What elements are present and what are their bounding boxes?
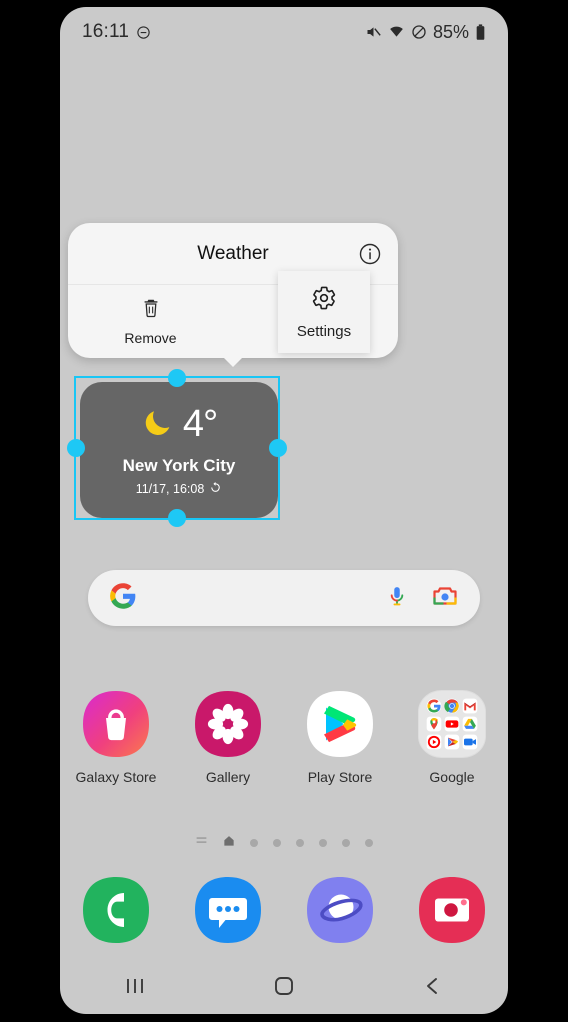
widget-settings-button[interactable]: Settings [278, 271, 370, 353]
status-bar: 16:11 85% [60, 7, 508, 57]
weather-current: 4° [141, 403, 218, 446]
weather-updated-time: 11/17, 16:08 [135, 482, 205, 496]
resize-handle-right[interactable] [269, 439, 287, 457]
google-tv-icon [444, 734, 460, 750]
refresh-icon[interactable] [209, 481, 222, 497]
dock-app-internet[interactable] [284, 876, 396, 944]
app-grid: Galaxy Store Gallery Play Store Google [60, 690, 508, 785]
play-store-icon [306, 690, 374, 758]
camera-icon [418, 876, 486, 944]
page-dot[interactable] [319, 839, 327, 847]
remove-widget-button[interactable]: Remove [68, 285, 233, 358]
galaxy-store-icon [82, 690, 150, 758]
app-play-store[interactable]: Play Store [284, 690, 396, 785]
app-label: Play Store [307, 769, 373, 785]
resize-handle-bottom[interactable] [168, 509, 186, 527]
google-folder-icon [418, 690, 486, 758]
resize-handle-left[interactable] [67, 439, 85, 457]
google-search-bar[interactable] [88, 570, 480, 626]
phone-screen: 16:11 85% Weather Remove Settings 4° New… [60, 7, 508, 1014]
weather-city: New York City [122, 456, 236, 475]
widget-options-popup: Weather Remove Settings [68, 223, 398, 367]
popup-tail-arrow [223, 357, 243, 367]
list-icon[interactable] [195, 834, 208, 852]
recents-button[interactable] [60, 975, 209, 997]
app-galaxy-store[interactable]: Galaxy Store [60, 690, 172, 785]
dock-app-messages[interactable] [172, 876, 284, 944]
google-lens-icon[interactable] [432, 584, 458, 613]
page-dot[interactable] [250, 839, 258, 847]
chrome-icon [444, 698, 460, 714]
navigation-bar [60, 958, 508, 1014]
app-gallery[interactable]: Gallery [172, 690, 284, 785]
youtube-music-icon [426, 734, 442, 750]
do-not-disturb-icon [136, 25, 151, 40]
status-bar-right: 85% [365, 22, 486, 43]
battery-percent: 85% [432, 21, 469, 42]
status-bar-left: 16:11 [82, 21, 151, 43]
weather-updated-row: 11/17, 16:08 [136, 481, 223, 497]
weather-temperature: 4° [182, 403, 218, 445]
back-button[interactable] [359, 974, 508, 998]
dock [60, 876, 508, 944]
page-dot[interactable] [296, 839, 304, 847]
weather-widget-selection[interactable]: 4° New York City 11/17, 16:08 [67, 369, 287, 527]
settings-label: Settings [296, 322, 352, 340]
page-indicator [60, 834, 508, 852]
block-icon [411, 24, 427, 40]
microphone-icon[interactable] [386, 585, 408, 612]
internet-icon [306, 876, 374, 944]
google-search-icon [426, 698, 442, 714]
google-g-icon [110, 582, 136, 614]
resize-handle-top[interactable] [168, 369, 186, 387]
app-label: Galaxy Store [75, 769, 157, 785]
drive-icon [462, 716, 478, 732]
app-label: Gallery [205, 769, 251, 785]
info-icon[interactable] [358, 242, 382, 266]
search-actions [386, 584, 458, 613]
weather-widget[interactable]: 4° New York City 11/17, 16:08 [80, 382, 278, 518]
wifi-icon [388, 24, 405, 40]
gallery-icon [194, 690, 262, 758]
page-dot[interactable] [273, 839, 281, 847]
messages-icon [194, 876, 262, 944]
app-label: Google [429, 769, 475, 785]
moon-icon [141, 405, 175, 444]
search-input[interactable] [136, 570, 386, 626]
dock-app-phone[interactable] [60, 876, 172, 944]
home-icon[interactable] [223, 834, 235, 852]
gmail-icon [462, 698, 478, 714]
trash-icon [140, 297, 162, 324]
app-folder-google[interactable]: Google [396, 690, 508, 785]
maps-icon [426, 716, 442, 732]
page-dot[interactable] [365, 839, 373, 847]
meet-icon [462, 734, 478, 750]
status-clock: 16:11 [82, 21, 130, 42]
popup-title: Weather [197, 242, 269, 264]
remove-label: Remove [124, 330, 177, 346]
battery-icon [475, 23, 486, 41]
gear-icon [311, 285, 337, 316]
phone-icon [82, 876, 150, 944]
page-dot[interactable] [342, 839, 350, 847]
dock-app-camera[interactable] [396, 876, 508, 944]
mute-icon [365, 24, 382, 40]
youtube-icon [444, 716, 460, 732]
home-button[interactable] [209, 974, 358, 998]
